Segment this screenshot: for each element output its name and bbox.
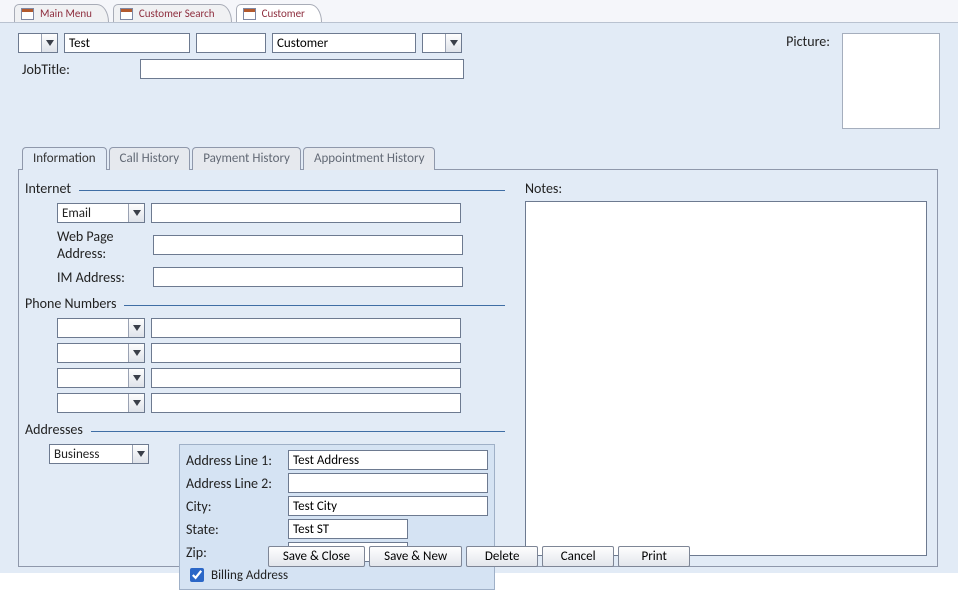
divider <box>79 190 505 191</box>
phone-number-input[interactable] <box>151 318 461 338</box>
divider <box>91 431 505 432</box>
email-input[interactable] <box>151 203 461 223</box>
state-input[interactable] <box>288 519 408 539</box>
doc-tab-customer-search[interactable]: Customer Search <box>113 4 232 22</box>
notes-label: Notes: <box>525 180 927 197</box>
group-title: Phone Numbers <box>25 295 116 312</box>
tab-label: Information <box>33 151 96 166</box>
email-type-combo[interactable]: Email <box>57 203 145 223</box>
document-tabs: Main Menu Customer Search Customer <box>0 0 958 22</box>
doc-tab-label: Customer Search <box>139 7 215 20</box>
suffix-value <box>423 34 445 52</box>
form-icon <box>243 8 256 20</box>
address-type-combo[interactable]: Business <box>49 444 149 464</box>
chevron-down-icon <box>128 369 144 387</box>
phone-type-combo[interactable] <box>57 318 145 338</box>
middle-name-input[interactable] <box>196 33 266 53</box>
tab-label: Appointment History <box>314 151 425 166</box>
group-title: Internet <box>25 180 71 197</box>
phone-number-input[interactable] <box>151 393 461 413</box>
picture-box[interactable] <box>842 33 940 129</box>
billing-address-checkbox[interactable] <box>190 568 204 582</box>
address-type-value: Business <box>50 445 132 463</box>
delete-button[interactable]: Delete <box>466 546 538 567</box>
phone-number-input[interactable] <box>151 368 461 388</box>
doc-tab-label: Main Menu <box>40 7 92 20</box>
address-line1-input[interactable] <box>288 450 488 470</box>
group-internet: Internet Email Web Page Address: <box>25 180 505 287</box>
cancel-button[interactable]: Cancel <box>542 546 614 567</box>
doc-tab-main-menu[interactable]: Main Menu <box>14 4 109 22</box>
tab-payment-history[interactable]: Payment History <box>192 147 301 170</box>
group-phone-numbers: Phone Numbers <box>25 295 505 413</box>
state-label: State: <box>186 521 282 538</box>
print-button[interactable]: Print <box>618 546 690 567</box>
tab-label: Call History <box>120 151 180 166</box>
phone-type-combo[interactable] <box>57 343 145 363</box>
phone-type-value <box>58 319 128 337</box>
address-line1-label: Address Line 1: <box>186 452 282 469</box>
group-title: Addresses <box>25 421 83 438</box>
phone-type-value <box>58 369 128 387</box>
im-label: IM Address: <box>25 269 147 286</box>
doc-tab-label: Customer <box>262 7 305 20</box>
phone-type-value <box>58 344 128 362</box>
prefix-combo[interactable] <box>18 33 58 53</box>
chevron-down-icon <box>128 204 144 222</box>
city-input[interactable] <box>288 496 488 516</box>
form-icon <box>120 8 133 20</box>
divider <box>124 305 505 306</box>
customer-form: JobTitle: Picture: Information Call Hist… <box>0 22 958 573</box>
phone-number-input[interactable] <box>151 343 461 363</box>
form-icon <box>21 8 34 20</box>
web-label: Web Page Address: <box>25 228 147 262</box>
suffix-combo[interactable] <box>422 33 462 53</box>
chevron-down-icon <box>132 445 148 463</box>
first-name-input[interactable] <box>64 33 190 53</box>
last-name-input[interactable] <box>272 33 416 53</box>
city-label: City: <box>186 498 282 515</box>
chevron-down-icon <box>445 34 461 52</box>
address-line2-label: Address Line 2: <box>186 475 282 492</box>
notes-textarea[interactable] <box>525 201 927 556</box>
button-row: Save & Close Save & New Delete Cancel Pr… <box>0 546 958 567</box>
save-close-button[interactable]: Save & Close <box>268 546 365 567</box>
chevron-down-icon <box>128 344 144 362</box>
address-line2-input[interactable] <box>288 473 488 493</box>
chevron-down-icon <box>41 34 57 52</box>
phone-type-combo[interactable] <box>57 393 145 413</box>
tab-information[interactable]: Information <box>22 147 107 170</box>
phone-type-combo[interactable] <box>57 368 145 388</box>
billing-address-label: Billing Address <box>211 568 288 583</box>
address-box: Address Line 1: Address Line 2: City: <box>179 444 495 590</box>
email-type-value: Email <box>58 204 128 222</box>
prefix-value <box>19 34 41 52</box>
picture-label: Picture: <box>786 33 830 50</box>
tab-appointment-history[interactable]: Appointment History <box>303 147 436 170</box>
save-new-button[interactable]: Save & New <box>369 546 462 567</box>
chevron-down-icon <box>128 394 144 412</box>
tab-label: Payment History <box>203 151 290 166</box>
doc-tab-customer[interactable]: Customer <box>236 4 322 22</box>
tab-body-information: Internet Email Web Page Address: <box>18 169 938 567</box>
web-input[interactable] <box>153 235 463 255</box>
job-title-input[interactable] <box>140 59 464 79</box>
chevron-down-icon <box>128 319 144 337</box>
im-input[interactable] <box>153 267 463 287</box>
tab-call-history[interactable]: Call History <box>109 147 191 170</box>
job-title-label: JobTitle: <box>18 61 128 78</box>
phone-type-value <box>58 394 128 412</box>
